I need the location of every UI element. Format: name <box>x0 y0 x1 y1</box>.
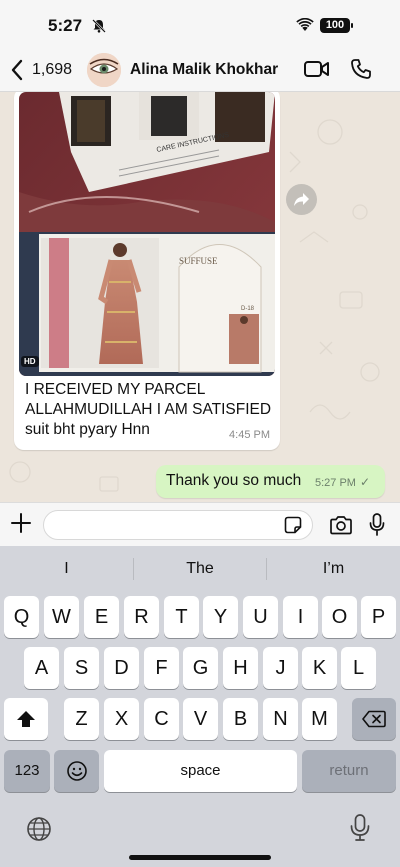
return-key[interactable]: return <box>302 750 396 792</box>
phone-icon[interactable] <box>350 58 372 85</box>
backspace-key[interactable] <box>352 698 396 740</box>
space-key[interactable]: space <box>104 750 297 792</box>
sticker-icon[interactable] <box>284 516 302 539</box>
key-p[interactable]: P <box>361 596 396 638</box>
key-y[interactable]: Y <box>203 596 238 638</box>
message-line-2: ALLAHMUDILLAH I AM SATISFIED <box>25 401 272 418</box>
home-indicator[interactable] <box>129 855 271 860</box>
key-n[interactable]: N <box>263 698 298 740</box>
shift-key[interactable] <box>4 698 48 740</box>
key-a[interactable]: A <box>24 647 59 689</box>
globe-icon[interactable] <box>26 816 52 847</box>
key-i[interactable]: I <box>283 596 318 638</box>
microphone-icon[interactable] <box>369 513 385 542</box>
chat-area[interactable]: CARE INSTRUCTIONS SUFFUSE D-18 HD I RECE… <box>0 92 400 502</box>
numbers-key[interactable]: 123 <box>4 750 50 792</box>
key-m[interactable]: M <box>302 698 337 740</box>
contact-name[interactable]: Alina Malik Khokhar <box>130 61 278 79</box>
key-z[interactable]: Z <box>64 698 99 740</box>
emoji-key[interactable] <box>54 750 99 792</box>
photo-brand-text: SUFFUSE <box>179 256 218 266</box>
wifi-icon <box>296 17 314 37</box>
photo-code-text: D-18 <box>241 306 255 312</box>
backspace-icon <box>362 710 386 728</box>
suggestion-2[interactable]: The <box>134 554 266 584</box>
key-b[interactable]: B <box>223 698 258 740</box>
key-j[interactable]: J <box>263 647 298 689</box>
key-w[interactable]: W <box>44 596 79 638</box>
outgoing-message[interactable]: Thank you so much 5:27 PM ✓ <box>156 465 385 498</box>
key-s[interactable]: S <box>64 647 99 689</box>
back-count[interactable]: 1,698 <box>32 61 72 79</box>
chat-header: 1,698 Alina Malik Khokhar <box>0 48 400 92</box>
keyboard: I The I’m Q W E R T Y U I O P A S D F G … <box>0 546 400 867</box>
key-u[interactable]: U <box>243 596 278 638</box>
avatar[interactable] <box>87 53 121 87</box>
key-d[interactable]: D <box>104 647 139 689</box>
status-time: 5:27 <box>48 16 83 35</box>
hd-badge: HD <box>21 356 39 367</box>
message-input[interactable] <box>43 510 313 540</box>
plus-icon[interactable] <box>10 512 32 539</box>
chevron-left-icon[interactable] <box>10 59 24 86</box>
suggestion-1[interactable]: I <box>0 554 133 584</box>
compose-bar <box>0 502 400 546</box>
key-h[interactable]: H <box>223 647 258 689</box>
key-x[interactable]: X <box>104 698 139 740</box>
status-bar: 5:27 100 <box>0 0 400 48</box>
message-line-1: I RECEIVED MY PARCEL <box>25 381 206 398</box>
video-camera-icon[interactable] <box>304 60 330 83</box>
battery-indicator: 100 <box>320 18 350 33</box>
key-e[interactable]: E <box>84 596 119 638</box>
message-text: Thank you so much <box>166 472 302 489</box>
battery-tip <box>351 23 353 28</box>
key-r[interactable]: R <box>124 596 159 638</box>
message-photo[interactable]: CARE INSTRUCTIONS SUFFUSE D-18 <box>19 92 275 376</box>
sent-check-icon: ✓ <box>360 475 371 489</box>
key-q[interactable]: Q <box>4 596 39 638</box>
emoji-icon <box>66 761 87 781</box>
key-c[interactable]: C <box>144 698 179 740</box>
message-time: 4:45 PM <box>229 429 270 441</box>
shift-icon <box>17 711 35 727</box>
key-t[interactable]: T <box>164 596 199 638</box>
incoming-message[interactable]: CARE INSTRUCTIONS SUFFUSE D-18 HD I RECE… <box>14 92 280 450</box>
suggestion-3[interactable]: I’m <box>267 554 400 584</box>
key-v[interactable]: V <box>183 698 218 740</box>
key-o[interactable]: O <box>322 596 357 638</box>
key-l[interactable]: L <box>341 647 376 689</box>
key-g[interactable]: G <box>183 647 218 689</box>
dictation-microphone-icon[interactable] <box>350 814 370 847</box>
bell-slash-icon <box>92 19 106 38</box>
message-time: 5:27 PM <box>315 477 356 489</box>
forward-icon[interactable] <box>286 184 317 215</box>
key-k[interactable]: K <box>302 647 337 689</box>
camera-icon[interactable] <box>329 516 353 540</box>
key-f[interactable]: F <box>144 647 179 689</box>
